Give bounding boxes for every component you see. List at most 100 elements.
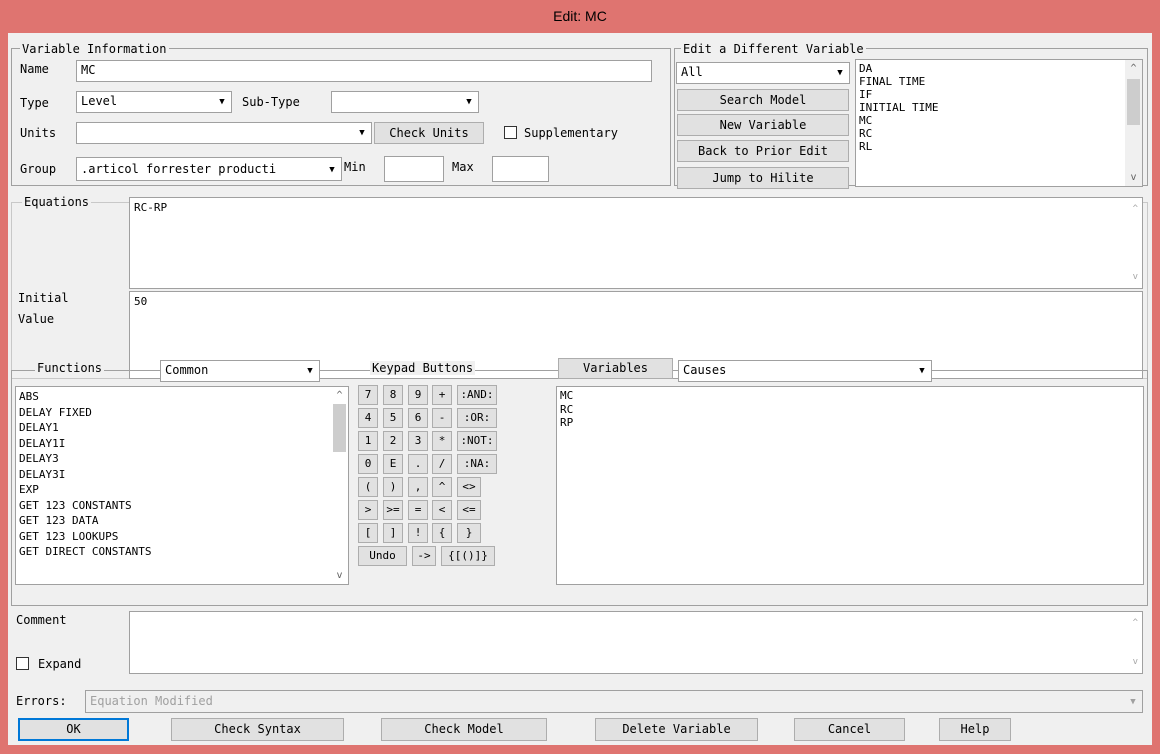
scroll-up-icon[interactable]: ^ [1125,60,1142,77]
variable-list-item[interactable]: RL [856,140,1142,153]
units-select[interactable]: ▼ [76,122,372,144]
scroll-down-icon[interactable]: v [1125,169,1142,186]
keypad-key[interactable]: = [408,500,428,520]
keypad-key[interactable]: 0 [358,454,378,474]
scroll-up-icon[interactable]: ^ [331,387,348,404]
variable-list-item[interactable]: INITIAL TIME [856,101,1142,114]
keypad-key[interactable]: ) [383,477,403,497]
scroll-down-icon[interactable]: v [1133,655,1138,669]
causes-list[interactable]: MC RC RP [556,386,1144,585]
check-model-button[interactable]: Check Model [381,718,547,741]
functions-list-scrollbar[interactable]: ^ v [331,387,348,584]
keypad-key[interactable]: { [432,523,452,543]
functions-list[interactable]: ABS DELAY FIXED DELAY1 DELAY1I DELAY3 DELAY3I… [15,386,349,585]
keypad-key[interactable]: 6 [408,408,428,428]
cause-list-item[interactable]: RC [557,403,1143,417]
keypad-key[interactable]: -> [412,546,436,566]
scroll-thumb[interactable] [1127,79,1140,125]
scroll-up-icon[interactable]: ^ [1133,202,1138,216]
function-list-item[interactable]: ABS [16,389,348,405]
ok-button[interactable]: OK [18,718,129,741]
keypad-key[interactable]: / [432,454,452,474]
delete-variable-button[interactable]: Delete Variable [595,718,758,741]
keypad-key[interactable]: 2 [383,431,403,451]
scroll-down-icon[interactable]: v [331,567,348,584]
variables-filter-select[interactable]: Causes ▼ [678,360,932,382]
subtype-select[interactable]: ▼ [331,91,479,113]
keypad-key[interactable]: 9 [408,385,428,405]
equation-editor[interactable]: RC-RP ^ v [129,197,1143,289]
name-field[interactable]: MC [76,60,652,82]
keypad-key[interactable]: {[()]} [441,546,495,566]
comment-editor[interactable]: ^ v [129,611,1143,674]
keypad-key[interactable]: . [408,454,428,474]
keypad-key[interactable]: + [432,385,452,405]
keypad-key[interactable]: :OR: [457,408,497,428]
keypad-key[interactable]: , [408,477,428,497]
variables-button[interactable]: Variables [558,358,673,379]
supplementary-checkbox[interactable] [504,126,517,139]
new-variable-button[interactable]: New Variable [677,114,849,136]
errors-select[interactable]: Equation Modified ▼ [85,690,1143,713]
variable-list-item[interactable]: MC [856,114,1142,127]
back-to-prior-edit-button[interactable]: Back to Prior Edit [677,140,849,162]
cause-list-item[interactable]: MC [557,389,1143,403]
keypad-key[interactable]: 4 [358,408,378,428]
keypad-key[interactable]: <> [457,477,481,497]
scroll-down-icon[interactable]: v [1133,270,1138,284]
cancel-button[interactable]: Cancel [794,718,905,741]
help-button[interactable]: Help [939,718,1011,741]
check-units-button[interactable]: Check Units [374,122,484,144]
min-field[interactable] [384,156,444,182]
keypad-key[interactable]: 3 [408,431,428,451]
group-select[interactable]: .articol forrester producti ▼ [76,157,342,181]
functions-category-select[interactable]: Common ▼ [160,360,320,382]
keypad-key[interactable]: } [457,523,481,543]
keypad-key[interactable]: < [432,500,452,520]
keypad-key[interactable]: >= [383,500,403,520]
keypad-key[interactable]: ( [358,477,378,497]
keypad-key[interactable]: 5 [383,408,403,428]
keypad-key[interactable]: ] [383,523,403,543]
function-list-item[interactable]: DELAY FIXED [16,405,348,421]
variable-list-item[interactable]: RC [856,127,1142,140]
check-syntax-button[interactable]: Check Syntax [171,718,344,741]
keypad-key[interactable]: :NA: [457,454,497,474]
function-list-item[interactable]: DELAY1I [16,436,348,452]
variable-list-item[interactable]: FINAL TIME [856,75,1142,88]
keypad-key[interactable]: :AND: [457,385,497,405]
jump-to-hilite-button[interactable]: Jump to Hilite [677,167,849,189]
keypad-key[interactable]: 8 [383,385,403,405]
variable-list-item[interactable]: DA [856,62,1142,75]
scroll-thumb[interactable] [333,404,346,452]
expand-checkbox[interactable] [16,657,29,670]
variable-list[interactable]: DA FINAL TIME IF INITIAL TIME MC RC RL ^ v [855,59,1143,187]
keypad-key[interactable]: 7 [358,385,378,405]
function-list-item[interactable]: GET DIRECT CONSTANTS [16,544,348,560]
function-list-item[interactable]: GET 123 CONSTANTS [16,498,348,514]
type-select[interactable]: Level ▼ [76,91,232,113]
function-list-item[interactable]: DELAY3 [16,451,348,467]
keypad-key[interactable]: ! [408,523,428,543]
keypad-key[interactable]: * [432,431,452,451]
keypad-key[interactable]: - [432,408,452,428]
function-list-item[interactable]: EXP [16,482,348,498]
max-field[interactable] [492,156,549,182]
keypad-key[interactable]: :NOT: [457,431,497,451]
keypad-key[interactable]: > [358,500,378,520]
variable-filter-select[interactable]: All ▼ [676,62,850,84]
keypad-key[interactable]: <= [457,500,481,520]
function-list-item[interactable]: DELAY1 [16,420,348,436]
keypad-key[interactable]: ^ [432,477,452,497]
keypad-key[interactable]: Undo [358,546,407,566]
variable-list-scrollbar[interactable]: ^ v [1125,60,1142,186]
search-model-button[interactable]: Search Model [677,89,849,111]
scroll-up-icon[interactable]: ^ [1133,616,1138,630]
keypad-key[interactable]: E [383,454,403,474]
keypad-key[interactable]: 1 [358,431,378,451]
function-list-item[interactable]: GET 123 LOOKUPS [16,529,348,545]
variable-list-item[interactable]: IF [856,88,1142,101]
function-list-item[interactable]: DELAY3I [16,467,348,483]
function-list-item[interactable]: GET 123 DATA [16,513,348,529]
cause-list-item[interactable]: RP [557,416,1143,430]
